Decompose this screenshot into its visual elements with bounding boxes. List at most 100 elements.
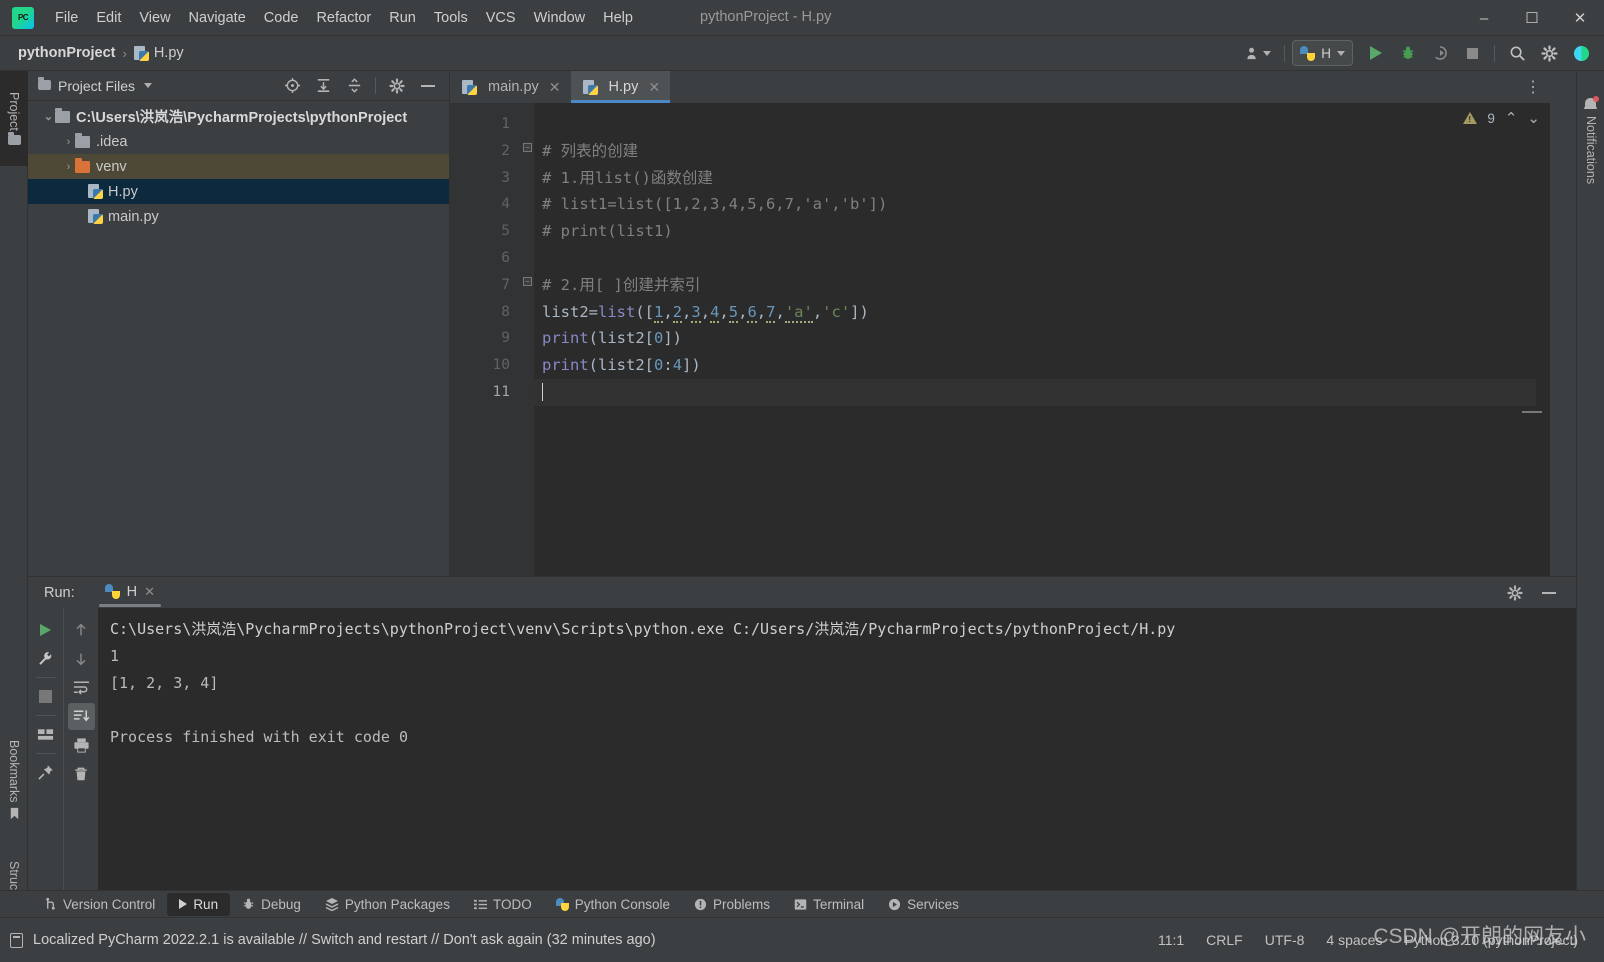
run-with-coverage-button[interactable] — [1425, 40, 1455, 66]
sidebar-tab-notifications[interactable]: Notifications — [1577, 71, 1604, 211]
down-stack-trace-button[interactable] — [68, 645, 95, 672]
run-button[interactable] — [1361, 40, 1391, 66]
minimize-button[interactable]: – — [1460, 0, 1508, 36]
code-content[interactable]: # 列表的创建 # 1.用list()函数创建 # list1=list([1,… — [534, 103, 1550, 576]
line-separator[interactable]: CRLF — [1206, 932, 1243, 948]
rerun-button[interactable] — [32, 616, 59, 643]
soft-wrap-button[interactable] — [68, 674, 95, 701]
bottom-tab-version-control[interactable]: Version Control — [32, 893, 167, 916]
menu-code[interactable]: Code — [255, 6, 308, 30]
bottom-tab-services[interactable]: Services — [876, 893, 971, 916]
left-tool-strip: Project Bookmarks Structure — [0, 71, 28, 962]
menu-window[interactable]: Window — [525, 6, 595, 30]
run-configuration-selector[interactable]: H — [1292, 40, 1353, 66]
project-panel-actions — [277, 73, 443, 99]
next-problem-button[interactable]: ⌄ — [1527, 109, 1540, 127]
bottom-tab-terminal[interactable]: Terminal — [782, 893, 876, 916]
close-button[interactable]: ✕ — [1556, 0, 1604, 36]
tree-item-venv[interactable]: › venv — [28, 154, 449, 179]
breadcrumb-file[interactable]: H.py — [154, 45, 184, 61]
stop-button[interactable] — [1457, 40, 1487, 66]
restore-layout-button[interactable] — [32, 721, 59, 748]
python-interpreter[interactable]: Python 3.10 (pythonProject) — [1404, 932, 1578, 948]
ide-assistant-button[interactable] — [1566, 40, 1596, 66]
hide-panel-button[interactable] — [413, 73, 443, 99]
hide-run-panel-button[interactable] — [1534, 580, 1564, 606]
settings-button[interactable] — [1534, 40, 1564, 66]
menu-navigate[interactable]: Navigate — [180, 6, 255, 30]
tree-item-h-py[interactable]: H.py — [28, 179, 449, 204]
tree-item-project-root[interactable]: ⌄ C:\Users\洪岚浩\PycharmProjects\pythonPro… — [28, 104, 449, 129]
bottom-tab-python-console[interactable]: Python Console — [544, 893, 682, 916]
pin-tab-button[interactable] — [32, 759, 59, 786]
bottom-tab-todo[interactable]: TODO — [462, 893, 544, 916]
console-output[interactable]: C:\Users\洪岚浩\PycharmProjects\pythonProje… — [98, 608, 1576, 890]
chevron-down-icon[interactable]: ⌄ — [42, 110, 55, 123]
modify-run-configuration-button[interactable] — [32, 645, 59, 672]
run-settings-button[interactable] — [1500, 580, 1530, 606]
editor-tab-main-py[interactable]: main.py ✕ — [450, 71, 571, 103]
bottom-tab-python-packages[interactable]: Python Packages — [313, 893, 462, 916]
project-settings-button[interactable] — [382, 73, 412, 99]
code-folding-gutter[interactable]: − − — [520, 103, 534, 576]
menu-refactor-label: Refactor — [316, 9, 372, 26]
editor-tab-overflow[interactable]: ⋮ — [1525, 71, 1550, 103]
close-icon[interactable]: ✕ — [144, 584, 155, 600]
code-token: 3 — [691, 302, 701, 323]
window-controls: – ☐ ✕ — [1460, 0, 1604, 36]
sidebar-tab-bookmarks[interactable]: Bookmarks — [0, 721, 28, 839]
menu-file[interactable]: File — [46, 6, 87, 30]
code-token: 2 — [672, 302, 683, 323]
chevron-right-icon[interactable]: › — [62, 161, 75, 173]
run-panel-actions — [1500, 580, 1576, 606]
sidebar-tab-project[interactable]: Project — [0, 71, 28, 166]
menu-vcs[interactable]: VCS — [477, 6, 525, 30]
code-token: (list2[ — [588, 356, 654, 375]
expand-all-button[interactable] — [308, 73, 338, 99]
code-editor[interactable]: 1 2 3 4 5 6 7 8 9 10 11 − − # 列表的创建 # 1.… — [450, 103, 1550, 576]
close-icon: ✕ — [1573, 10, 1587, 27]
search-everywhere-button[interactable] — [1502, 40, 1532, 66]
code-line: print(list2[0:4]) — [534, 352, 1550, 379]
previous-problem-button[interactable]: ⌃ — [1505, 109, 1518, 127]
select-opened-file-button[interactable] — [277, 73, 307, 99]
maximize-button[interactable]: ☐ — [1508, 0, 1556, 36]
close-icon[interactable]: ✕ — [549, 79, 561, 96]
menu-run[interactable]: Run — [380, 6, 425, 30]
menu-edit[interactable]: Edit — [87, 6, 130, 30]
pycharm-window: PC File Edit View Navigate Code Refactor… — [0, 0, 1604, 962]
up-stack-trace-button[interactable] — [68, 616, 95, 643]
fold-marker[interactable]: − — [523, 143, 532, 152]
editor-scrollbar[interactable] — [1522, 165, 1550, 576]
line-number: 3 — [501, 169, 510, 186]
chevron-right-icon[interactable]: › — [62, 136, 75, 148]
debug-button[interactable] — [1393, 40, 1423, 66]
bottom-tab-run[interactable]: Run — [167, 892, 231, 916]
run-tab-h[interactable]: H ✕ — [97, 580, 163, 607]
scroll-to-end-button[interactable] — [67, 703, 95, 730]
menu-view[interactable]: View — [130, 6, 179, 30]
close-icon[interactable]: ✕ — [648, 79, 660, 96]
status-message[interactable]: Localized PyCharm 2022.2.1 is available … — [33, 932, 656, 948]
stop-process-button[interactable] — [32, 683, 59, 710]
fold-marker[interactable]: − — [523, 277, 532, 286]
tree-item-main-py[interactable]: main.py — [28, 204, 449, 229]
tree-item-idea[interactable]: › .idea — [28, 129, 449, 154]
print-button[interactable] — [68, 732, 95, 759]
toolbar-separator — [35, 715, 56, 716]
menu-tools[interactable]: Tools — [425, 6, 477, 30]
user-account-button[interactable] — [1239, 40, 1277, 66]
menu-refactor[interactable]: Refactor — [307, 6, 380, 30]
caret-position[interactable]: 11:1 — [1158, 932, 1184, 948]
indent-setting[interactable]: 4 spaces — [1326, 932, 1382, 948]
collapse-all-button[interactable] — [339, 73, 369, 99]
breadcrumb-project[interactable]: pythonProject — [18, 45, 115, 61]
editor-tab-h-py[interactable]: H.py ✕ — [570, 71, 671, 103]
menu-help[interactable]: Help — [594, 6, 642, 30]
bottom-tab-debug[interactable]: Debug — [230, 893, 313, 916]
chevron-down-icon[interactable] — [144, 83, 153, 88]
file-encoding[interactable]: UTF-8 — [1265, 932, 1305, 948]
bottom-tab-problems[interactable]: Problems — [682, 893, 782, 916]
clear-all-button[interactable] — [68, 761, 95, 788]
